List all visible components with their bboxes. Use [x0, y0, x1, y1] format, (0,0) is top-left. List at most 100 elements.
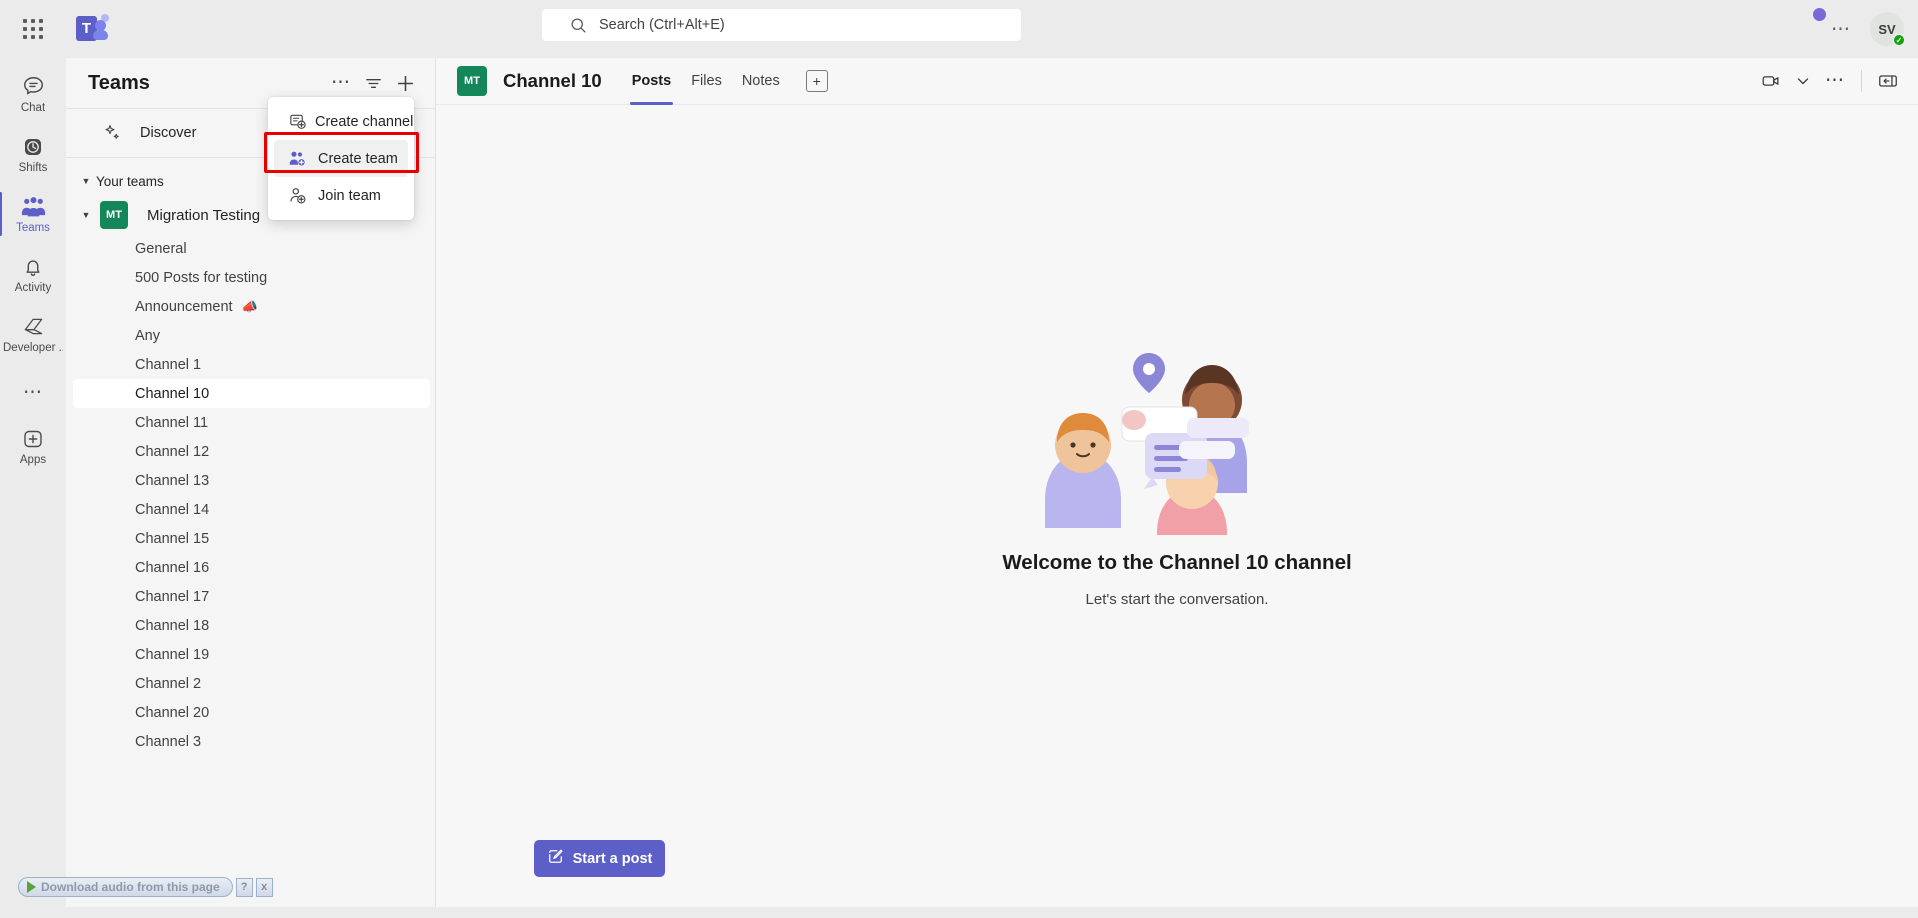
chat-icon	[21, 74, 46, 100]
team-avatar: MT	[100, 201, 128, 229]
channel-name: 500 Posts for testing	[135, 270, 267, 286]
channel-row[interactable]: Channel 17	[73, 582, 430, 611]
channel-row[interactable]: Channel 19	[73, 640, 430, 669]
sidebar-more-options-button[interactable]: ⋯	[325, 67, 357, 99]
channel-row[interactable]: Any	[73, 321, 430, 350]
app-launcher-icon[interactable]	[10, 6, 56, 52]
channel-row[interactable]: Channel 13	[73, 466, 430, 495]
app-rail: Chat Shifts Teams Activity	[0, 58, 66, 907]
channel-row[interactable]: Channel 20	[73, 698, 430, 727]
rail-item-label: Apps	[20, 454, 46, 467]
channel-name: General	[135, 241, 187, 257]
create-team-icon	[288, 149, 310, 168]
menu-item-join-team[interactable]: Join team	[274, 177, 408, 214]
channel-more-options-icon[interactable]: ⋯	[1819, 65, 1851, 97]
channel-row[interactable]: Channel 12	[73, 437, 430, 466]
start-a-post-label: Start a post	[573, 851, 653, 867]
teams-logo-icon[interactable]: T	[76, 12, 110, 46]
search-input[interactable]: Search (Ctrl+Alt+E)	[542, 9, 1021, 41]
channel-name: Channel 10	[135, 386, 209, 402]
menu-item-label: Create team	[318, 151, 398, 167]
teams-people-icon	[20, 194, 47, 220]
add-tab-button[interactable]: +	[806, 70, 828, 92]
notification-dot-icon	[1813, 8, 1826, 21]
rail-item-teams[interactable]: Teams	[3, 186, 63, 242]
menu-item-create-team[interactable]: Create team	[274, 140, 408, 177]
search-placeholder: Search (Ctrl+Alt+E)	[599, 17, 725, 33]
download-audio-label: Download audio from this page	[41, 880, 220, 894]
add-team-plus-icon[interactable]	[389, 67, 421, 99]
play-triangle-icon	[27, 881, 36, 893]
tab-notes[interactable]: Notes	[732, 58, 790, 105]
create-channel-icon	[288, 112, 307, 131]
menu-item-create-channel[interactable]: Create channel	[274, 103, 408, 140]
channel-name: Channel 3	[135, 734, 201, 750]
channel-name: Announcement	[135, 299, 233, 315]
download-bar-help-button[interactable]: ?	[236, 878, 253, 897]
filter-icon[interactable]	[357, 67, 389, 99]
welcome-title: Welcome to the Channel 10 channel	[1002, 551, 1351, 575]
top-bar: T Search (Ctrl+Alt+E) ⋯ SV ✓	[0, 0, 1918, 58]
channel-list: General 500 Posts for testing Announcement…	[66, 234, 435, 756]
channel-name: Channel 19	[135, 647, 209, 663]
rail-item-chat[interactable]: Chat	[3, 66, 63, 122]
developer-portal-icon	[21, 314, 46, 340]
channel-row[interactable]: Channel 11	[73, 408, 430, 437]
channel-name: Channel 11	[135, 415, 208, 431]
rail-item-apps[interactable]: Apps	[3, 418, 63, 474]
close-label: x	[261, 881, 267, 893]
menu-item-label: Join team	[318, 188, 381, 204]
start-a-post-button[interactable]: Start a post	[534, 840, 665, 877]
channel-header: MT Channel 10 Posts Files Notes +	[436, 58, 1918, 105]
tab-files[interactable]: Files	[681, 58, 732, 105]
plus-icon: +	[813, 73, 821, 89]
top-bar-right-group: ⋯ SV ✓	[1824, 0, 1904, 58]
channel-name: Channel 14	[135, 502, 209, 518]
chevron-down-icon[interactable]	[1787, 65, 1819, 97]
channel-row[interactable]: Channel 2	[73, 669, 430, 698]
rail-item-developer-portal[interactable]: Developer ...	[3, 306, 63, 362]
top-more-options-icon[interactable]: ⋯	[1824, 12, 1858, 46]
rail-item-shifts[interactable]: Shifts	[3, 126, 63, 182]
join-team-icon	[288, 186, 310, 205]
sidebar-item-label: Discover	[140, 125, 196, 141]
compose-icon	[547, 848, 564, 869]
tree-group-label: Your teams	[96, 174, 164, 189]
channel-name: Channel 12	[135, 444, 209, 460]
channel-row[interactable]: Channel 3	[73, 727, 430, 756]
channel-row[interactable]: Channel 1	[73, 350, 430, 379]
channel-row[interactable]: Channel 10	[73, 379, 430, 408]
channel-tabs: Posts Files Notes +	[622, 58, 828, 105]
panel-toggle-icon[interactable]	[1872, 65, 1904, 97]
channel-row[interactable]: Channel 18	[73, 611, 430, 640]
channel-name: Channel 2	[135, 676, 201, 692]
channel-row[interactable]: General	[73, 234, 430, 263]
download-audio-button[interactable]: Download audio from this page	[18, 877, 233, 897]
channel-row[interactable]: 500 Posts for testing	[73, 263, 430, 292]
avatar[interactable]: SV ✓	[1870, 12, 1904, 46]
channel-name: Channel 18	[135, 618, 209, 634]
channel-title: Channel 10	[503, 70, 602, 92]
header-separator	[1861, 70, 1862, 92]
channel-name: Channel 16	[135, 560, 209, 576]
channel-row[interactable]: Channel 14	[73, 495, 430, 524]
tab-posts[interactable]: Posts	[622, 58, 682, 105]
channel-name: Channel 13	[135, 473, 209, 489]
rail-item-label: Developer ...	[3, 342, 63, 355]
rail-item-label: Chat	[21, 102, 45, 115]
teams-tree: ▼ Your teams ▼ MT Migration Testing Gene…	[66, 158, 435, 918]
download-bar-close-button[interactable]: x	[256, 878, 273, 897]
channel-badge-icon: 📣	[242, 300, 258, 313]
channel-row[interactable]: Channel 16	[73, 553, 430, 582]
bell-icon	[21, 254, 45, 280]
page-title: Teams	[88, 72, 325, 95]
rail-item-label: Activity	[15, 282, 51, 295]
video-camera-icon[interactable]	[1755, 65, 1787, 97]
channel-row[interactable]: Channel 15	[73, 524, 430, 553]
rail-more-apps-icon[interactable]: ⋯	[3, 372, 63, 412]
chevron-down-icon: ▼	[78, 210, 94, 220]
channel-name: Channel 15	[135, 531, 209, 547]
channel-row[interactable]: Announcement 📣	[73, 292, 430, 321]
rail-item-label: Shifts	[19, 162, 48, 175]
rail-item-activity[interactable]: Activity	[3, 246, 63, 302]
